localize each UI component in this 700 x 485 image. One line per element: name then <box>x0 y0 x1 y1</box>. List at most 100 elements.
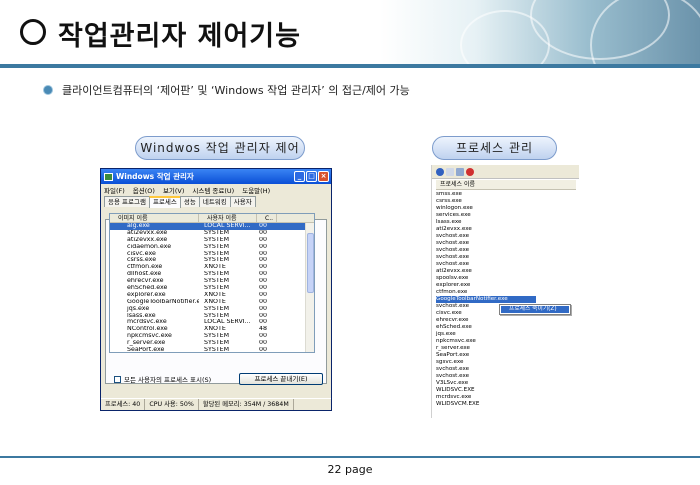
column-header[interactable]: 사용자 이름 <box>199 214 257 222</box>
header-decoration <box>380 0 700 64</box>
list-item[interactable]: V3LSvc.exe <box>436 380 576 387</box>
list-item[interactable]: GoogleToolbarNotifier.exe <box>436 296 536 303</box>
menu-item[interactable]: 옵션(O) <box>133 185 155 195</box>
maximize-button[interactable]: □ <box>306 171 317 182</box>
tab-item[interactable]: 프로세스 <box>148 196 181 208</box>
window-icon[interactable] <box>446 167 454 176</box>
list-item[interactable]: SeaPort.exe <box>436 352 576 359</box>
list-item[interactable]: explorer.exe <box>436 282 576 289</box>
list-item[interactable]: ehrecvr.exe <box>436 317 576 324</box>
show-all-users-label: 모든 사용자의 프로세스 표시(S) <box>124 376 212 384</box>
table-row[interactable]: SeaPort.exe SYSTEM 00 <box>110 347 314 353</box>
table-row[interactable]: npkcmsvc.exe SYSTEM 00 <box>110 333 314 340</box>
table-cell: SYSTEM <box>204 285 230 292</box>
procexp-label: 프로세스 관리 <box>432 136 557 160</box>
menu-item[interactable]: 보기(V) <box>163 185 184 195</box>
table-cell: SYSTEM <box>204 257 230 264</box>
status-bar: 프로세스: 40 CPU 사용: 50% 할당된 메모리: 354M / 3684M <box>101 398 331 410</box>
table-cell: GoogleToolbarNotifier.exe <box>127 298 199 305</box>
table-cell: ati2evxx.exe <box>127 229 168 236</box>
table-cell: npkcmsvc.exe <box>127 333 172 340</box>
table-row[interactable]: alg.exe LOCAL SERVI... 00 <box>110 223 314 230</box>
tab-item[interactable]: 사용자 <box>229 196 256 207</box>
list-item[interactable]: lsass.exe <box>436 219 576 226</box>
list-item[interactable]: winlogon.exe <box>436 205 576 212</box>
table-cell: csrss.exe <box>127 257 157 264</box>
list-item[interactable]: services.exe <box>436 212 576 219</box>
table-row[interactable]: mcrdsvc.exe LOCAL SERVI... 00 <box>110 319 314 326</box>
list-item[interactable]: csrss.exe <box>436 198 576 205</box>
list-item[interactable]: mcrdsvc.exe <box>436 394 576 401</box>
process-list[interactable]: 이미지 이름 사용자 이름 C.. alg.exe LOCAL SERVI... 00 a… <box>109 213 315 353</box>
process-manager-toolbar <box>432 165 579 179</box>
table-row[interactable]: r_server.exe SYSTEM 00 <box>110 340 314 347</box>
list-item[interactable]: jqs.exe <box>436 331 576 338</box>
list-item[interactable]: ati2evxx.exe <box>436 226 576 233</box>
table-row[interactable]: cidaemon.exe SYSTEM 00 <box>110 244 314 251</box>
list-item[interactable]: smss.exe <box>436 191 576 198</box>
table-cell: 00 <box>259 278 268 285</box>
end-process-button[interactable]: 프로세스 끝내기(E) <box>239 373 323 385</box>
checkbox-box[interactable] <box>114 375 121 383</box>
taskmgr-label: Windwos 작업 관리자 제어 <box>135 136 305 160</box>
list-item[interactable]: svchost.exe <box>436 247 576 254</box>
table-row[interactable]: cisvc.exe SYSTEM 00 <box>110 251 314 258</box>
list-item[interactable]: npkcmsvc.exe <box>436 338 576 345</box>
table-row[interactable]: NControl.exe XNOTE 48 <box>110 326 314 333</box>
list-item[interactable]: WLIDSVCM.EXE <box>436 401 576 408</box>
table-cell: 00 <box>259 305 268 312</box>
list-item[interactable]: ctfmon.exe <box>436 289 576 296</box>
list-item[interactable]: r_server.exe <box>436 345 576 352</box>
table-row[interactable]: jqs.exe SYSTEM 00 <box>110 306 314 313</box>
table-cell: XNOTE <box>204 291 226 298</box>
target-icon[interactable] <box>456 167 464 176</box>
tab-item[interactable]: 성능 <box>179 196 200 207</box>
table-cell: 00 <box>259 264 268 271</box>
table-cell: XNOTE <box>204 264 226 271</box>
table-cell: 00 <box>259 347 268 353</box>
list-item[interactable]: svchost.exe <box>436 373 576 380</box>
table-row[interactable]: lsass.exe SYSTEM 00 <box>110 313 314 320</box>
info-icon[interactable] <box>436 167 444 176</box>
menu-item[interactable]: 파일(F) <box>104 185 125 195</box>
column-header[interactable]: 이미지 이름 <box>110 214 199 222</box>
process-list-scrollbar[interactable] <box>305 223 314 352</box>
list-item[interactable]: svchost.exe <box>436 254 576 261</box>
column-header[interactable]: C.. <box>257 214 277 222</box>
table-cell: 00 <box>259 312 268 319</box>
list-item[interactable]: svchost.exe <box>436 240 576 247</box>
table-cell: 00 <box>259 298 268 305</box>
list-item[interactable]: ati2evxx.exe <box>436 268 576 275</box>
minimize-button[interactable]: _ <box>294 171 305 182</box>
list-item[interactable]: ehSched.exe <box>436 324 576 331</box>
list-item[interactable]: WLIDSVC.EXE <box>436 387 576 394</box>
table-row[interactable]: ati2evxx.exe SYSTEM 00 <box>110 237 314 244</box>
table-row[interactable]: ehSched.exe SYSTEM 00 <box>110 285 314 292</box>
table-row[interactable]: explorer.exe XNOTE 00 <box>110 292 314 299</box>
menu-item[interactable]: 도움말(H) <box>242 185 270 195</box>
tab-item[interactable]: 응용 프로그램 <box>104 196 150 207</box>
table-row[interactable]: dllhost.exe SYSTEM 00 <box>110 271 314 278</box>
process-name-list[interactable]: smss.exe csrss.exe winlogon.exe services.ex… <box>436 191 576 408</box>
table-cell: 00 <box>259 271 268 278</box>
show-all-users-checkbox[interactable]: 모든 사용자의 프로세스 표시(S) <box>114 374 211 384</box>
table-row[interactable]: ehrecvr.exe SYSTEM 00 <box>110 278 314 285</box>
kill-icon[interactable] <box>466 167 474 176</box>
list-item[interactable]: svchost.exe <box>436 261 576 268</box>
task-manager-titlebar[interactable]: Windows 작업 관리자 _ □ × <box>101 169 331 184</box>
table-row[interactable]: GoogleToolbarNotifier.exe XNOTE 00 <box>110 299 314 306</box>
close-button[interactable]: × <box>318 171 329 182</box>
kill-process-menu-item[interactable]: 프로세스 죽이기(Z) <box>501 306 569 313</box>
list-item[interactable]: spoolsv.exe <box>436 275 576 282</box>
table-cell: XNOTE <box>204 326 226 333</box>
list-item[interactable]: svchost.exe <box>436 366 576 373</box>
menu-item[interactable]: 시스템 종료(U) <box>192 185 234 195</box>
scrollbar-thumb[interactable] <box>307 233 314 293</box>
list-item[interactable]: svchost.exe <box>436 233 576 240</box>
table-row[interactable]: ctfmon.exe XNOTE 00 <box>110 264 314 271</box>
list-item[interactable]: sgsvc.exe <box>436 359 576 366</box>
tab-item[interactable]: 네트워킹 <box>198 196 231 207</box>
table-cell: NControl.exe <box>127 326 168 333</box>
table-row[interactable]: ati2evxx.exe SYSTEM 00 <box>110 230 314 237</box>
table-row[interactable]: csrss.exe SYSTEM 00 <box>110 257 314 264</box>
